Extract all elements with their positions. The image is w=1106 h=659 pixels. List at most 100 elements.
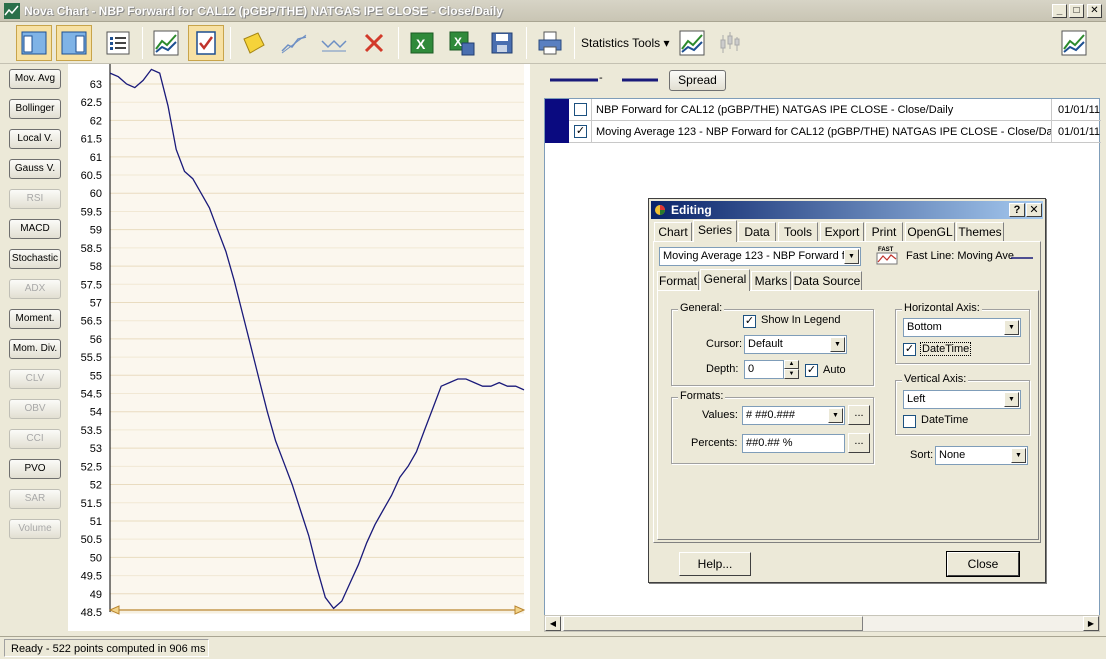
dialog-title: Editing [671,203,712,217]
v-datetime-checkbox[interactable] [903,415,916,428]
scroll-thumb[interactable] [563,616,863,631]
spin-down-icon[interactable]: ▼ [784,369,799,379]
table-row[interactable]: NBP Forward for CAL12 (pGBP/THE) NATGAS … [545,99,1101,121]
channel-button[interactable] [316,25,352,61]
excel-save-button[interactable]: X [444,25,480,61]
tab-themes[interactable]: Themes [956,222,1004,242]
indicator-button-adx[interactable]: ADX [9,279,61,299]
dialog-title-bar[interactable]: Editing ? ✕ [651,201,1043,219]
percents-format-input[interactable]: ##0.## % [742,434,845,453]
values-format-button[interactable]: ... [848,405,870,425]
chart-canvas[interactable]: 63 62.5 62 61.5 61 60.5 60 59.5 59 58.5 58 57.5 57 56… [68,64,530,631]
table-row[interactable]: ✓ Moving Average 123 - NBP Forward for CA… [545,121,1101,143]
help-icon[interactable]: ? [1009,203,1025,217]
indicator-button-volume[interactable]: Volume [9,519,61,539]
excel-export-button[interactable]: X [404,25,440,61]
scroll-left-arrow[interactable]: ◀ [545,616,561,631]
indicator-button-mov-avg[interactable]: Mov. Avg [9,69,61,89]
maximize-button[interactable]: □ [1069,4,1084,18]
checklist-button[interactable] [188,25,224,61]
candlestick-button[interactable] [712,25,748,61]
indicator-button-sar[interactable]: SAR [9,489,61,509]
chart-options-button[interactable] [1056,25,1092,61]
y-tick-label: 54.5 [81,389,102,401]
chevron-down-icon[interactable]: ▼ [828,408,843,423]
layout-left-button[interactable] [16,25,52,61]
note-button[interactable] [236,25,272,61]
h-datetime-checkbox[interactable]: ✓ [903,343,916,356]
series-color-swatch[interactable] [545,121,569,143]
price-chart[interactable]: 63 62.5 62 61.5 61 60.5 60 59.5 59 58.5 58 57.5 57 56… [68,64,530,631]
tab-tools[interactable]: Tools [778,222,818,242]
print-button[interactable] [532,25,568,61]
values-label: Values: [702,409,738,421]
depth-spinner[interactable]: ▲ ▼ [784,360,799,379]
sort-select[interactable]: None ▼ [935,446,1028,465]
tab-opengl[interactable]: OpenGL [905,222,955,242]
indicator-button-clv[interactable]: CLV [9,369,61,389]
auto-checkbox[interactable]: ✓ [805,364,818,377]
chevron-down-icon[interactable]: ▼ [844,249,859,264]
cursor-select[interactable]: Default ▼ [744,335,847,354]
depth-label: Depth: [706,363,739,375]
series-color-swatch[interactable] [545,99,569,121]
tab-export[interactable]: Export [820,222,864,242]
indicator-button-local-v[interactable]: Local V. [9,129,61,149]
layout-right-button[interactable] [56,25,92,61]
teechart-icon [655,205,665,215]
y-tick-label: 52 [90,480,102,492]
y-tick-label: 59.5 [81,206,102,218]
chevron-down-icon[interactable]: ▼ [1004,392,1019,407]
values-format-select[interactable]: # ##0.### ▼ [742,406,845,425]
indicator-button-mom-div[interactable]: Mom. Div. [9,339,61,359]
indicator-button-macd[interactable]: MACD [9,219,61,239]
percents-format-button[interactable]: ... [848,433,870,453]
subtab-general[interactable]: General [700,269,750,291]
chevron-down-icon[interactable]: ▼ [1011,448,1026,463]
indicator-button-bollinger[interactable]: Bollinger [9,99,61,119]
tab-print[interactable]: Print [865,222,903,242]
indicator-button-cci[interactable]: CCI [9,429,61,449]
trend-line-button[interactable] [276,25,312,61]
indicator-button-obv[interactable]: OBV [9,399,61,419]
chevron-down-icon: ▾ [663,36,670,50]
tab-series[interactable]: Series [693,220,737,242]
y-tick-label: 53 [90,443,102,455]
horizontal-axis-select[interactable]: Bottom ▼ [903,318,1021,337]
subtab-marks[interactable]: Marks [751,271,791,291]
series-visible-checkbox[interactable] [574,103,587,116]
list-button[interactable] [100,25,136,61]
tab-chart[interactable]: Chart [654,222,692,242]
indicator-button-rsi[interactable]: RSI [9,189,61,209]
stat-chart-button[interactable] [674,25,710,61]
horizontal-scrollbar[interactable]: ◀ ▶ [544,615,1100,632]
statistics-tools-menu[interactable]: Statistics Tools ▾ [581,36,670,50]
series-select[interactable]: Moving Average 123 - NBP Forward fo ▼ [659,247,861,266]
save-button[interactable] [484,25,520,61]
show-in-legend-checkbox[interactable]: ✓ [743,315,756,328]
depth-input[interactable]: 0 [744,360,784,379]
series-visible-checkbox[interactable]: ✓ [574,125,587,138]
indicator-button-stochastic[interactable]: Stochastic [9,249,61,269]
chevron-down-icon[interactable]: ▼ [830,337,845,352]
subtab-data-source[interactable]: Data Source [792,271,862,291]
indicator-button-pvo[interactable]: PVO [9,459,61,479]
close-button[interactable]: Close [946,551,1020,577]
tab-data[interactable]: Data [738,222,776,242]
minimize-button[interactable]: _ [1052,4,1067,18]
scroll-right-arrow[interactable]: ▶ [1083,616,1099,631]
spread-button[interactable]: Spread [669,70,726,91]
close-window-button[interactable]: ✕ [1087,4,1102,18]
status-text: Ready - 522 points computed in 906 ms [4,639,209,657]
subtab-format[interactable]: Format [657,271,699,291]
indicator-button-moment[interactable]: Moment. [9,309,61,329]
help-button[interactable]: Help... [679,552,751,576]
spin-up-icon[interactable]: ▲ [784,360,799,369]
indicator-button-gauss-v[interactable]: Gauss V. [9,159,61,179]
delete-drawing-button[interactable] [356,25,392,61]
y-tick-label: 56 [90,334,102,346]
chevron-down-icon[interactable]: ▼ [1004,320,1019,335]
chart-button[interactable] [148,25,184,61]
close-icon[interactable]: ✕ [1026,203,1042,217]
vertical-axis-select[interactable]: Left ▼ [903,390,1021,409]
